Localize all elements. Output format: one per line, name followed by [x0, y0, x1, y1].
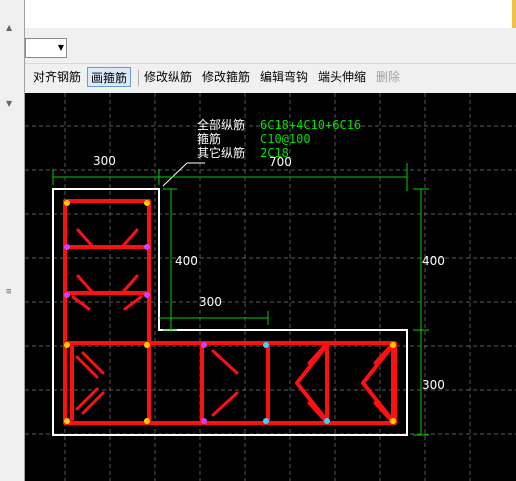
hooks	[71, 228, 395, 425]
draw-stirrup-button[interactable]: 画箍筋	[87, 67, 132, 87]
annotation-leader	[162, 162, 205, 187]
stirrup-middle	[63, 245, 151, 295]
title-bar	[25, 0, 516, 28]
hook	[81, 391, 105, 415]
rebar-dot	[263, 342, 269, 348]
rebar-dot	[144, 244, 150, 250]
align-rebar-button[interactable]: 对齐钢筋	[30, 67, 84, 87]
toolbar-separator	[138, 70, 139, 86]
dim-mid-300: 300	[199, 295, 222, 309]
hook	[120, 274, 139, 295]
rebar-dot	[144, 418, 150, 424]
stirrup-inner	[200, 341, 270, 425]
hook	[81, 351, 105, 375]
delete-button[interactable]: 删除	[373, 67, 403, 87]
left-scrollbar[interactable]: ▲ ≡ ▼	[0, 0, 25, 481]
rebar-points	[64, 200, 396, 424]
rebar-dot	[390, 342, 396, 348]
combo-row: ▼	[25, 29, 516, 64]
hook	[76, 274, 95, 295]
value-all-long-rebar: 6C18+4C10+6C16	[260, 118, 361, 132]
stirrup-horizontal	[63, 341, 397, 425]
rebar-dot	[64, 418, 70, 424]
hook	[123, 295, 143, 311]
rebar-dot	[64, 292, 70, 298]
triangle-tie-left	[295, 343, 329, 423]
layer-dropdown[interactable]: ▼	[25, 38, 67, 58]
hook	[76, 228, 95, 249]
triangle-tie-right	[361, 343, 395, 423]
section-drawing[interactable]: 300 700 400 300 400 300 全部纵筋 6C18+4C10+6…	[25, 93, 516, 481]
rebar-dot	[144, 342, 150, 348]
rebar-dot	[64, 200, 70, 206]
rebar-dot	[390, 418, 396, 424]
dim-top-300: 300	[93, 154, 116, 168]
modify-stirrup-button[interactable]: 修改箍筋	[199, 67, 253, 87]
end-extension-button[interactable]: 端头伸缩	[315, 67, 369, 87]
value-stirrup: C10@100	[260, 132, 311, 146]
hook	[75, 355, 99, 379]
rebar-dot	[263, 418, 269, 424]
hook	[211, 349, 239, 375]
rebar-dot	[144, 292, 150, 298]
stirrup-top	[63, 199, 151, 249]
rebar-dot	[201, 418, 207, 424]
rebar-dot	[64, 342, 70, 348]
drawing-canvas[interactable]: 300 700 400 300 400 300 全部纵筋 6C18+4C10+6…	[25, 93, 516, 481]
value-other-long-rebar: 2C18	[260, 146, 289, 160]
dim-left-400: 400	[175, 254, 198, 268]
rebar-dot	[64, 244, 70, 250]
label-other-long-rebar: 其它纵筋	[197, 145, 245, 160]
hook	[71, 295, 91, 311]
label-stirrup: 箍筋	[197, 131, 221, 146]
label-all-long-rebar: 全部纵筋	[197, 117, 245, 132]
rebar-dot	[324, 418, 330, 424]
hook	[307, 341, 329, 365]
dim-right-300: 300	[422, 378, 445, 392]
rebar-dot	[144, 200, 150, 206]
rebar-toolbar: 对齐钢筋 画箍筋 修改纵筋 修改箍筋 编辑弯钩 端头伸缩 删除	[25, 64, 516, 92]
scroll-down-icon[interactable]: ▼	[6, 100, 12, 108]
rebar-dot	[201, 342, 207, 348]
dim-right-400: 400	[422, 254, 445, 268]
scroll-grip-icon[interactable]: ≡	[6, 287, 11, 297]
scroll-up-icon[interactable]: ▲	[6, 24, 12, 32]
chevron-down-icon[interactable]: ▼	[58, 43, 64, 52]
hook	[75, 387, 99, 411]
hook	[120, 228, 139, 249]
modify-long-rebar-button[interactable]: 修改纵筋	[141, 67, 195, 87]
edit-hook-button[interactable]: 编辑弯钩	[257, 67, 311, 87]
title-bar-accent	[512, 0, 516, 28]
hook	[211, 391, 239, 417]
